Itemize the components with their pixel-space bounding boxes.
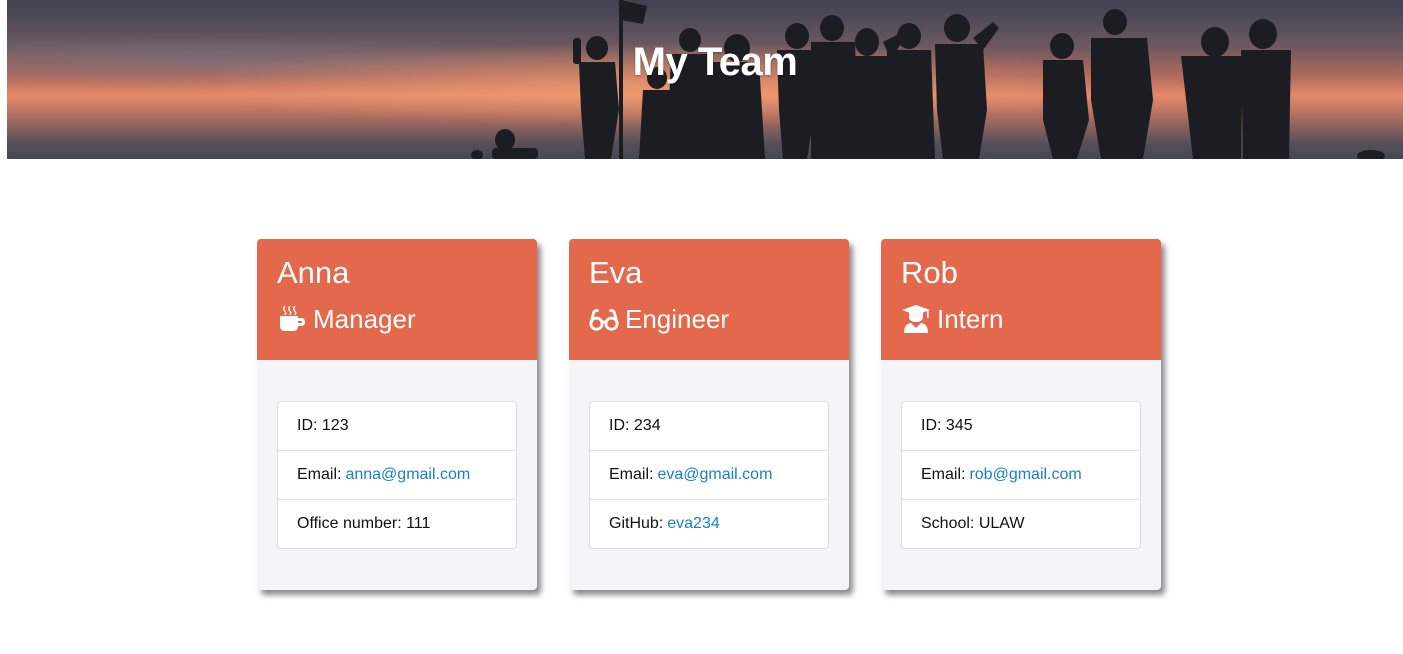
email-link[interactable]: rob@gmail.com [969,466,1081,484]
employee-card: Anna Manager ID: 123 Email: anna@gmail.c… [257,239,537,590]
role-label: Manager [313,304,416,334]
card-header: Anna Manager [257,239,537,360]
employee-role: Engineer [589,303,829,335]
employee-card: Eva Engineer ID: 234 Email: eva@gmail.co… [569,239,849,590]
list-item-id: ID: 234 [590,402,828,451]
card-header: Eva Engineer [569,239,849,360]
list-item-email: Email: rob@gmail.com [902,451,1140,500]
list-item-github: GitHub: eva234 [590,500,828,548]
email-link[interactable]: eva@gmail.com [657,466,772,484]
list-item-office: Office number: 111 [278,500,516,548]
email-label: Email: [297,466,342,483]
id-value: 123 [321,417,349,434]
page-title: My Team [632,40,798,84]
glasses-icon [589,304,619,334]
card-header: Rob Intern [881,239,1161,360]
info-list: ID: 234 Email: eva@gmail.com GitHub: eva23… [589,401,829,549]
list-item-id: ID: 123 [278,402,516,451]
id-label: ID: [921,417,942,434]
list-item-id: ID: 345 [902,402,1140,451]
id-value: 234 [633,417,661,434]
id-label: ID: [609,417,630,434]
github-link[interactable]: eva234 [667,515,720,533]
office-value: 111 [406,515,431,532]
role-label: Engineer [625,304,730,334]
info-list: ID: 123 Email: anna@gmail.com Office numb… [277,401,517,549]
employee-name: Rob [901,255,958,290]
graduate-icon [901,304,931,334]
employee-name: Eva [589,255,643,290]
email-label: Email: [921,466,966,483]
list-item-email: Email: eva@gmail.com [590,451,828,500]
email-label: Email: [609,466,654,483]
employee-role: Manager [277,303,517,335]
email-link[interactable]: anna@gmail.com [345,466,470,484]
github-label: GitHub: [609,515,664,532]
list-item-email: Email: anna@gmail.com [278,451,516,500]
coffee-icon [277,304,307,334]
school-value: ULAW [978,515,1025,532]
hero-banner: My Team [7,0,1403,159]
info-list: ID: 345 Email: rob@gmail.com School: ULAW [901,401,1141,549]
list-item-school: School: ULAW [902,500,1140,548]
role-label: Intern [937,304,1004,334]
employee-name: Anna [277,255,350,290]
id-label: ID: [297,417,318,434]
employee-role: Intern [901,303,1141,335]
employee-card: Rob Intern ID: 345 Email:rob@gmail.com [881,239,1161,590]
id-value: 345 [945,417,973,434]
school-label: School: [921,515,975,532]
office-label: Office number: [297,515,402,532]
